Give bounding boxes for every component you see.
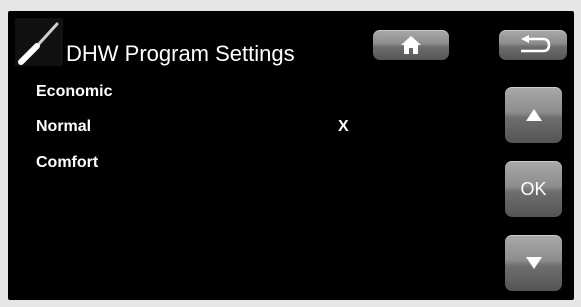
option-normal[interactable]: Normal X (36, 118, 366, 142)
display-screen: DHW Program Settings Economic Normal X C… (8, 11, 574, 300)
ok-button[interactable]: OK (505, 161, 562, 217)
page-title: DHW Program Settings (66, 41, 295, 66)
option-label: Comfort (36, 154, 99, 171)
arrow-down-icon (525, 257, 542, 269)
arrow-up-icon (525, 109, 542, 121)
scroll-up-button[interactable] (505, 87, 562, 143)
option-comfort[interactable]: Comfort (36, 154, 366, 178)
back-button[interactable] (499, 30, 567, 60)
option-label: Economic (36, 83, 113, 100)
selected-mark: X (338, 118, 349, 135)
option-label: Normal (36, 118, 92, 135)
home-icon (401, 36, 421, 54)
option-economic[interactable]: Economic (36, 83, 366, 107)
ok-label: OK (520, 178, 547, 199)
device-frame: DHW Program Settings Economic Normal X C… (0, 0, 581, 307)
back-arrow-icon (521, 35, 551, 53)
home-button[interactable] (373, 30, 449, 60)
scroll-down-button[interactable] (505, 235, 562, 291)
screwdriver-icon (15, 18, 63, 66)
